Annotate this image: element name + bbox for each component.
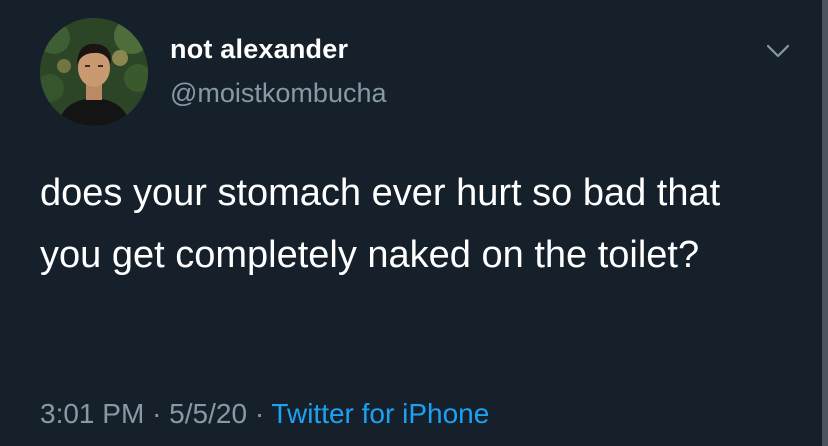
avatar-image — [40, 18, 148, 126]
chevron-down-icon[interactable] — [764, 40, 792, 62]
tweet-text: does your stomach ever hurt so bad that … — [40, 172, 721, 276]
scrollbar-edge — [822, 0, 828, 446]
tweet-meta: 3:01 PM · 5/5/20 · Twitter for iPhone — [40, 398, 489, 430]
tweet-card: not alexander @moistkombucha does your s… — [0, 0, 828, 446]
meta-separator: · — [254, 398, 265, 429]
avatar[interactable] — [40, 18, 148, 126]
user-handle[interactable]: @moistkombucha — [170, 78, 387, 109]
display-name[interactable]: not alexander — [170, 34, 348, 65]
tweet-time[interactable]: 3:01 PM — [40, 398, 144, 429]
meta-separator: · — [152, 398, 162, 429]
tweet-date[interactable]: 5/5/20 — [169, 398, 247, 429]
tweet-source-link[interactable]: Twitter for iPhone — [271, 398, 489, 429]
